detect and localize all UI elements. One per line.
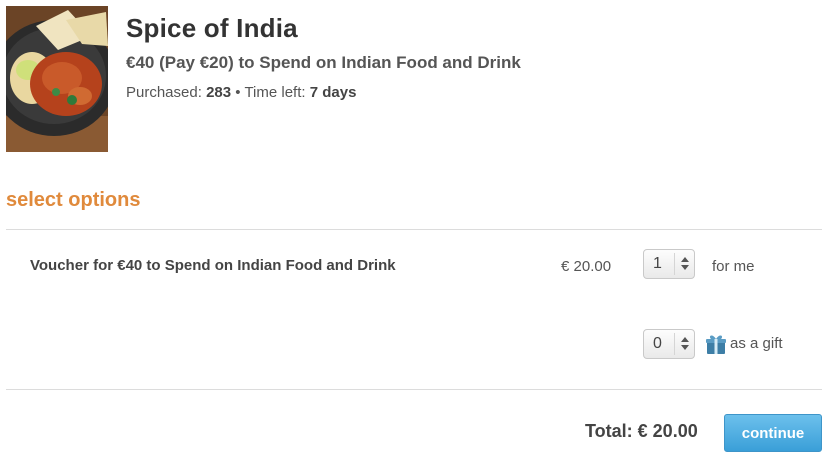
total-amount: Total: € 20.00 bbox=[585, 421, 698, 441]
continue-button[interactable]: continue bbox=[724, 414, 822, 452]
curry-dish-illustration bbox=[6, 6, 108, 152]
gift-icon bbox=[705, 333, 727, 355]
option-name: Voucher for €40 to Spend on Indian Food … bbox=[30, 257, 396, 274]
select-divider bbox=[674, 333, 675, 355]
divider-bottom bbox=[6, 389, 822, 390]
as-a-gift-label: as a gift bbox=[730, 335, 783, 352]
arrow-down-icon bbox=[681, 265, 689, 270]
purchased-count: 283 bbox=[206, 84, 232, 101]
select-options-heading: select options bbox=[6, 189, 141, 211]
deal-image bbox=[6, 6, 108, 152]
stepper-arrows-icon bbox=[680, 257, 690, 271]
quantity-select-for-me[interactable]: 1 bbox=[643, 249, 695, 279]
deal-title: Spice of India bbox=[126, 13, 298, 43]
arrow-down-icon bbox=[681, 345, 689, 350]
meta-separator: • bbox=[235, 84, 241, 101]
deal-meta: Purchased: 283 • Time left: 7 days bbox=[126, 84, 356, 101]
arrow-up-icon bbox=[681, 257, 689, 262]
for-me-label: for me bbox=[712, 258, 755, 275]
select-divider bbox=[674, 253, 675, 275]
purchased-label: Purchased: bbox=[126, 84, 202, 101]
arrow-up-icon bbox=[681, 337, 689, 342]
deal-subtitle: €40 (Pay €20) to Spend on Indian Food an… bbox=[126, 53, 521, 72]
time-left-value: 7 days bbox=[309, 84, 357, 101]
stepper-arrows-icon bbox=[680, 337, 690, 351]
time-left-label: Time left: bbox=[244, 84, 306, 101]
quantity-select-gift[interactable]: 0 bbox=[643, 329, 695, 359]
option-price: € 20.00 bbox=[561, 258, 612, 275]
quantity-value: 0 bbox=[653, 335, 662, 352]
divider-top bbox=[6, 229, 822, 230]
quantity-value: 1 bbox=[653, 255, 662, 272]
